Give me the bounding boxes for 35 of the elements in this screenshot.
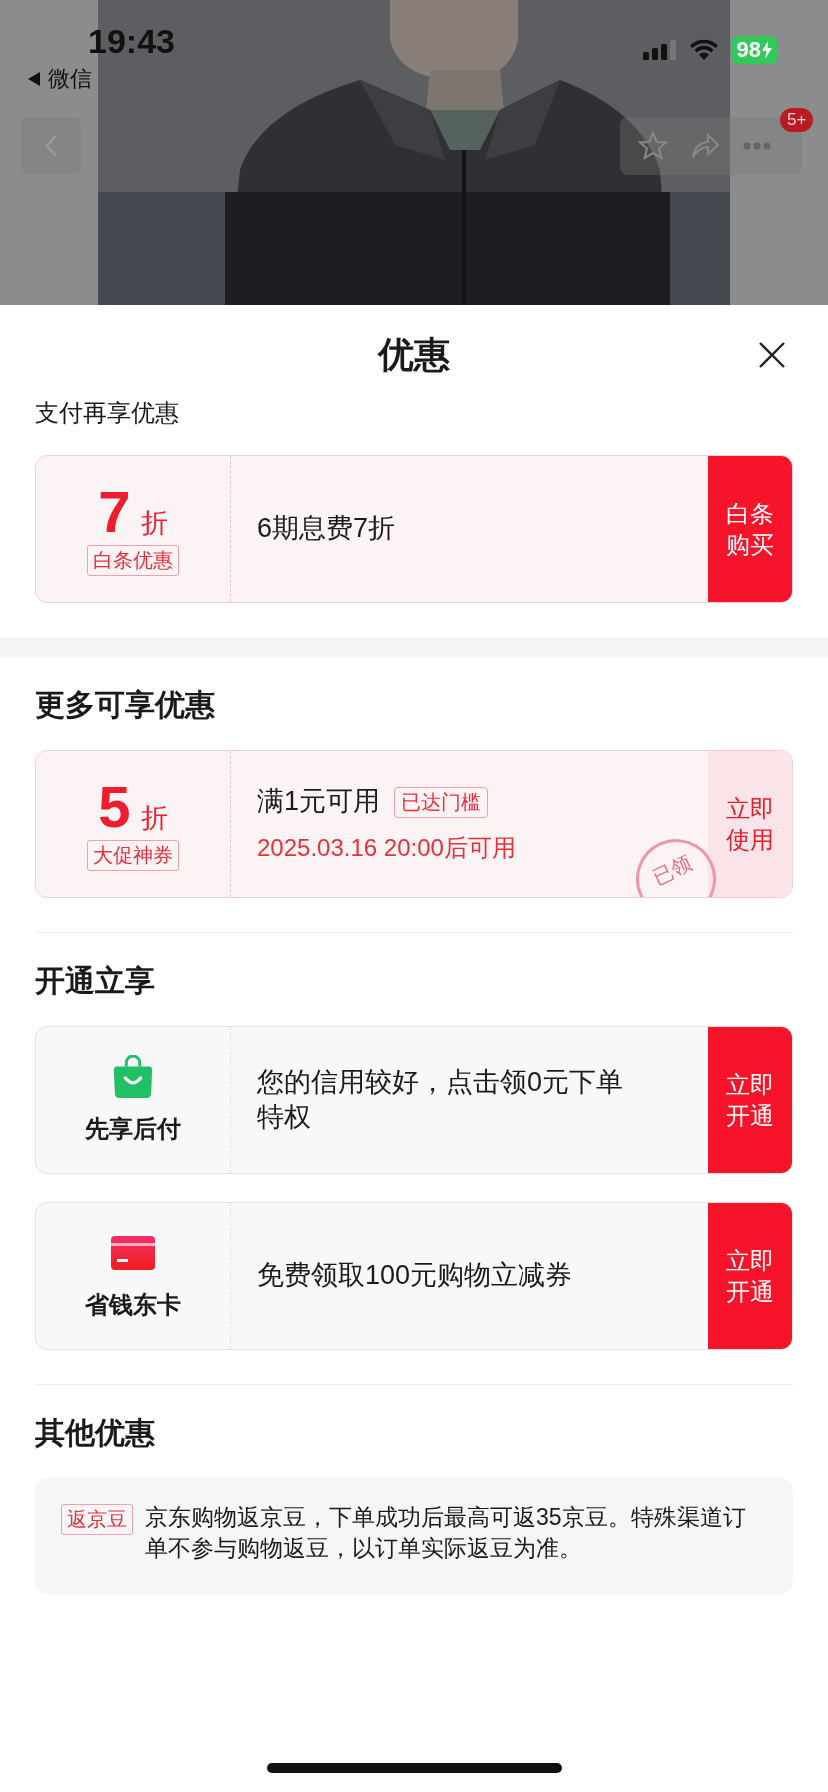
- bean-tag: 返京豆: [61, 1504, 133, 1535]
- sheet-title: 优惠: [378, 332, 450, 377]
- service-name: 省钱东卡: [85, 1290, 181, 1320]
- close-icon[interactable]: [758, 341, 786, 369]
- info-text: 京东购物返京豆，下单成功后最高可返35京豆。特殊渠道订单不参与购物返豆，以订单实际返豆为准。: [145, 1503, 747, 1564]
- coupon-tag: 白条优惠: [87, 544, 179, 576]
- signal-icon: [642, 39, 677, 61]
- back-to-app-link[interactable]: 微信: [48, 64, 92, 94]
- discount-unit: 折: [140, 506, 168, 540]
- coupon-description: 6期息费7折: [257, 512, 397, 546]
- threshold-badge: 已达门槛: [394, 786, 489, 818]
- charging-bolt-icon: [762, 41, 772, 59]
- action-button[interactable]: 白条购买: [708, 456, 792, 602]
- clock-time: 19:43: [88, 21, 175, 61]
- section-title: 其他优惠: [35, 1415, 156, 1451]
- coupon-condition: 满1元可用: [257, 785, 381, 819]
- section-title: 更多可享优惠: [35, 687, 216, 723]
- section-title: 支付再享优惠: [35, 398, 180, 428]
- battery-level: 98: [730, 36, 778, 64]
- coupon-description: 您的信用较好，点击领0元下单特权: [257, 1065, 625, 1134]
- valid-time: 2025.03.16 20:00后可用: [257, 832, 517, 863]
- coupon-description: 免费领取100元购物立减券: [257, 1259, 574, 1293]
- action-button[interactable]: 立即开通: [708, 1027, 792, 1173]
- discount-unit: 折: [140, 801, 168, 835]
- discount-value: 5: [98, 777, 131, 836]
- coupon-tag: 大促神券: [87, 839, 179, 871]
- service-name: 先享后付: [85, 1114, 181, 1144]
- section-title: 开通立享: [35, 963, 156, 999]
- discount-value: 7: [98, 482, 131, 541]
- action-button[interactable]: 立即开通: [708, 1203, 792, 1349]
- star-icon[interactable]: [638, 131, 668, 161]
- shopping-bag-icon: [111, 1055, 155, 1099]
- wifi-icon: [688, 39, 719, 61]
- action-button[interactable]: 立即使用: [708, 751, 792, 897]
- back-triangle-icon[interactable]: [28, 72, 40, 86]
